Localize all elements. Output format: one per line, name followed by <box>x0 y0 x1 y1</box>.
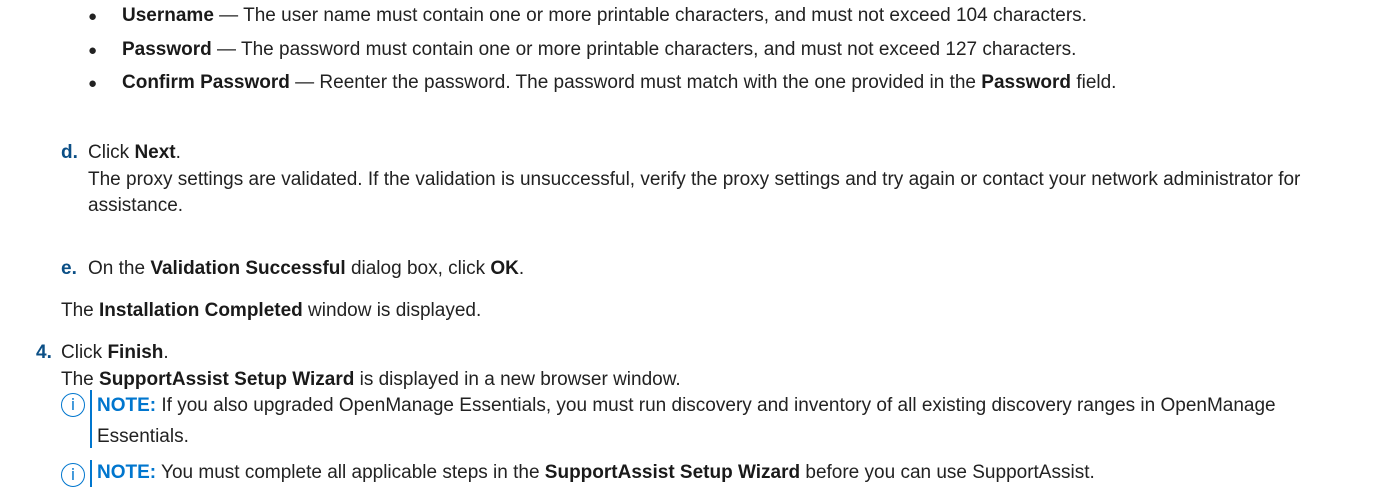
installation-completed-text: The Installation Completed window is dis… <box>61 300 482 321</box>
info-icon: i <box>61 393 85 417</box>
note-setup-wizard: i NOTE: You must complete all applicable… <box>61 460 1381 487</box>
field-description: — The password must contain one or more … <box>211 38 1077 60</box>
field-term: Password <box>981 72 1072 94</box>
step-4: 4. Click Finish. The SupportAssist Setup… <box>36 340 1351 393</box>
note-text: NOTE: You must complete all applicable s… <box>97 462 1095 483</box>
step-d: d. Click Next. The proxy settings are va… <box>61 140 1378 220</box>
note-text: NOTE: If you also upgraded OpenManage Es… <box>97 395 1276 448</box>
note-discovery: i NOTE: If you also upgraded OpenManage … <box>61 390 1361 453</box>
field-description: — Reenter the password. The password mus… <box>289 72 982 94</box>
info-icon: i <box>61 463 85 487</box>
step-marker: e. <box>61 258 77 279</box>
step-instruction: Click Finish. <box>61 342 169 363</box>
step-instruction: Click Next. <box>88 142 181 163</box>
step-instruction: On the Validation Successful dialog box,… <box>88 258 525 279</box>
step-marker: 4. <box>36 342 52 363</box>
list-item: Confirm Password — Reenter the password.… <box>88 70 1378 97</box>
list-item: Username — The user name must contain on… <box>88 3 1378 30</box>
field-term: Password <box>122 38 212 60</box>
step-e: e. On the Validation Successful dialog b… <box>61 256 1378 283</box>
field-description: — The user name must contain one or more… <box>213 5 1087 26</box>
note-divider <box>90 390 92 448</box>
field-requirements-list: Username — The user name must contain on… <box>88 3 1378 104</box>
field-description: field. <box>1071 72 1117 94</box>
list-item: Password — The password must contain one… <box>88 37 1378 64</box>
step-marker: d. <box>61 142 78 163</box>
field-term: Username <box>122 5 214 26</box>
step-description: The proxy settings are validated. If the… <box>88 168 1301 217</box>
field-term: Confirm Password <box>122 72 290 94</box>
note-divider <box>90 460 92 487</box>
